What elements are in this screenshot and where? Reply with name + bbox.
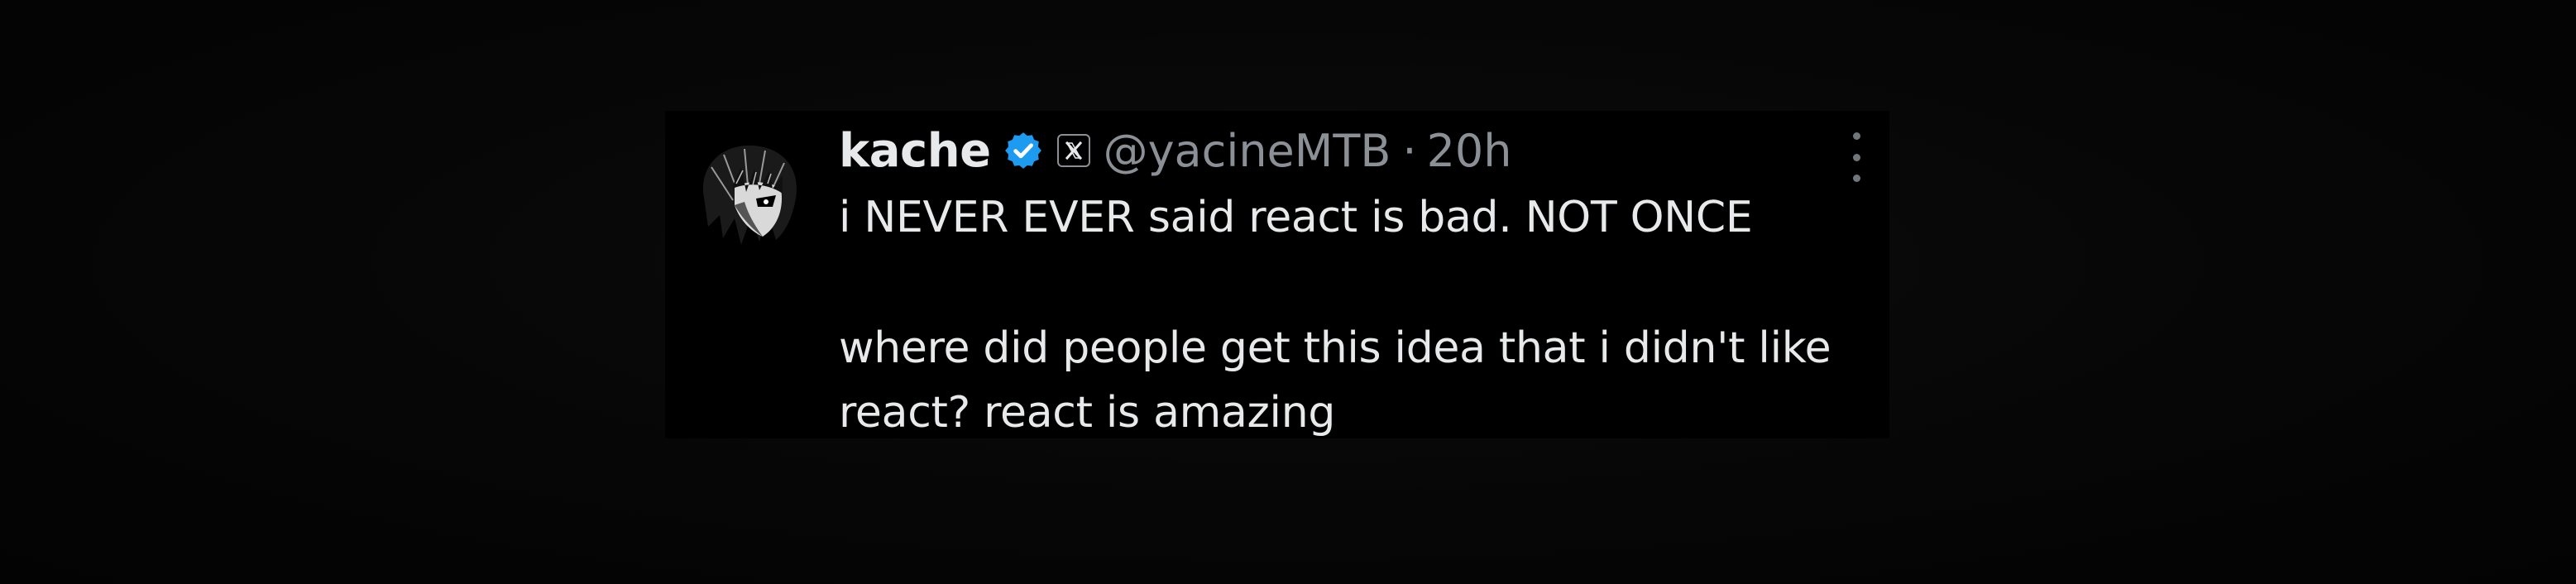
tweet-text-line: i NEVER EVER said react is bad. NOT ONCE xyxy=(839,193,1753,242)
tweet-timestamp[interactable]: 20h xyxy=(1427,125,1512,177)
avatar[interactable] xyxy=(687,134,811,258)
tweet-card[interactable]: kache @yacineMTB · 20h i NEVER EVER said… xyxy=(665,111,1889,438)
tweet-text: i NEVER EVER said react is bad. NOT ONCE… xyxy=(839,185,1873,445)
tweet-text-line: where did people get this idea that i di… xyxy=(839,323,1831,438)
author-handle[interactable]: @yacineMTB xyxy=(1104,125,1391,177)
more-dot xyxy=(1852,153,1860,161)
author-display-name[interactable]: kache xyxy=(839,124,991,178)
separator-dot: · xyxy=(1402,124,1417,177)
verified-badge-icon[interactable] xyxy=(1003,130,1044,171)
x-logo-icon[interactable] xyxy=(1056,134,1090,167)
more-dot xyxy=(1852,132,1860,140)
anime-avatar-icon xyxy=(687,134,811,258)
tweet-header: kache @yacineMTB · 20h xyxy=(839,121,1512,180)
more-dot xyxy=(1852,175,1860,182)
more-options-icon[interactable] xyxy=(1846,132,1866,182)
